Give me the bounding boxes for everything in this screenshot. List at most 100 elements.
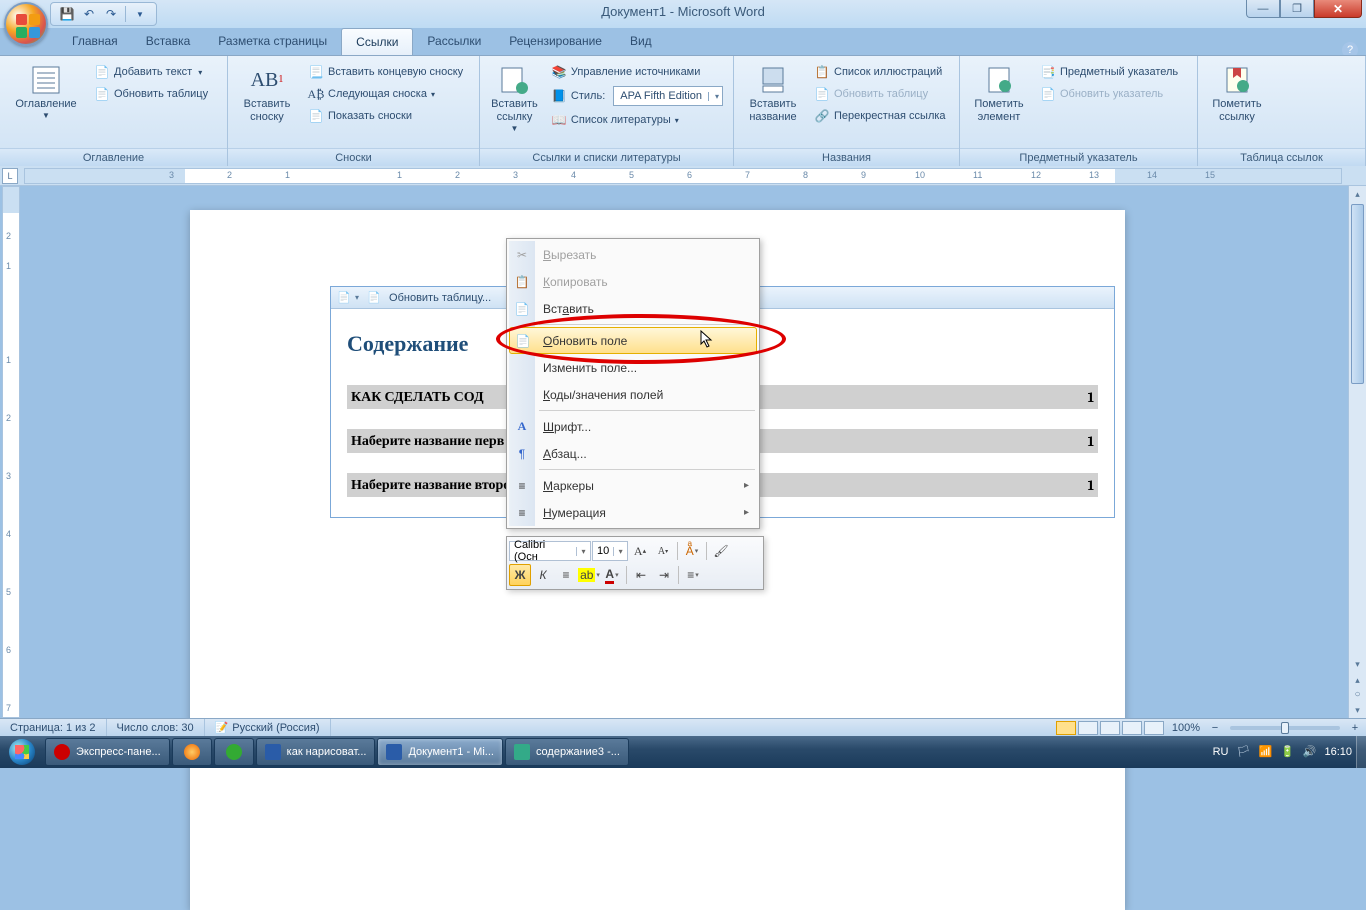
- taskbar-app-image[interactable]: содержание3 -...: [505, 738, 629, 766]
- start-button[interactable]: [0, 736, 44, 768]
- mark-entry-button[interactable]: Пометить элемент: [966, 60, 1032, 128]
- status-lang[interactable]: 📝Русский (Россия): [205, 719, 331, 736]
- paste-icon: 📄: [514, 301, 530, 317]
- taskbar-app-firefox[interactable]: [172, 738, 212, 766]
- save-icon[interactable]: 💾: [59, 6, 75, 22]
- ctx-font[interactable]: AШрифт...: [509, 413, 757, 440]
- tray-network-icon[interactable]: 📶: [1258, 745, 1272, 759]
- highlight-button[interactable]: ab▾: [578, 564, 600, 586]
- tray-lang[interactable]: RU: [1213, 746, 1229, 758]
- outline-view[interactable]: [1122, 721, 1142, 735]
- decrease-indent-button[interactable]: ⇤: [630, 564, 652, 586]
- index-icon: 📑: [1040, 64, 1056, 80]
- center-button[interactable]: ≡: [555, 564, 577, 586]
- ctx-numbering[interactable]: ≡Нумерация▸: [509, 499, 757, 526]
- tray-battery-icon[interactable]: 🔋: [1280, 745, 1294, 759]
- vertical-scrollbar[interactable]: ▴ ▾ ▴ ○ ▾: [1348, 186, 1366, 718]
- grow-font-button[interactable]: A▴: [629, 540, 651, 562]
- increase-indent-button[interactable]: ⇥: [653, 564, 675, 586]
- add-text-button[interactable]: 📄Добавить текст ▾: [90, 62, 212, 82]
- insert-index-button[interactable]: 📑Предметный указатель: [1036, 62, 1182, 82]
- browse-object-button[interactable]: ○: [1349, 687, 1366, 703]
- tab-mailings[interactable]: Рассылки: [413, 28, 495, 55]
- zoom-in-button[interactable]: +: [1348, 722, 1362, 734]
- minimize-button[interactable]: —: [1246, 0, 1280, 18]
- tab-home[interactable]: Главная: [58, 28, 132, 55]
- maximize-button[interactable]: ❐: [1280, 0, 1314, 18]
- mini-font-combo[interactable]: Calibri (Осн▾: [509, 541, 591, 561]
- quick-access-toolbar: 💾 ↶ ↷ ▼: [50, 2, 157, 26]
- show-desktop-button[interactable]: [1356, 736, 1366, 768]
- format-painter-button[interactable]: 🖌: [710, 540, 732, 562]
- tab-view[interactable]: Вид: [616, 28, 666, 55]
- citation-style-picker[interactable]: 📘Стиль: APA Fifth Edition▾: [547, 84, 727, 108]
- horizontal-ruler[interactable]: 321 123 456 789 101112 131415: [24, 168, 1342, 184]
- tray-flag-icon[interactable]: 🏳: [1236, 745, 1250, 759]
- figures-list-button[interactable]: 📋Список иллюстраций: [810, 62, 950, 82]
- shrink-font-button[interactable]: A▾: [652, 540, 674, 562]
- style-dropdown-icon[interactable]: ▾: [708, 92, 722, 101]
- bibliography-button[interactable]: 📖Список литературы ▾: [547, 110, 727, 130]
- redo-icon[interactable]: ↷: [103, 6, 119, 22]
- ctx-edit-field[interactable]: Изменить поле...: [509, 354, 757, 381]
- show-notes-icon: 📄: [308, 108, 324, 124]
- prev-page-button[interactable]: ▴: [1349, 672, 1366, 688]
- next-page-button[interactable]: ▾: [1349, 702, 1366, 718]
- system-tray: RU 🏳 📶 🔋 🔊 16:10: [1213, 745, 1352, 759]
- show-notes-button[interactable]: 📄Показать сноски: [304, 106, 467, 126]
- mark-citation-button[interactable]: Пометить ссылку: [1204, 60, 1270, 128]
- tab-insert[interactable]: Вставка: [132, 28, 205, 55]
- qat-customize-icon[interactable]: ▼: [132, 6, 148, 22]
- taskbar: Экспресс-пане... как нарисоват... Докуме…: [0, 736, 1366, 768]
- scroll-down-button[interactable]: ▾: [1349, 656, 1366, 672]
- ctx-paste[interactable]: 📄Вставить: [509, 295, 757, 322]
- zoom-value[interactable]: 100%: [1172, 722, 1200, 734]
- mark-entry-icon: [983, 64, 1015, 96]
- tray-volume-icon[interactable]: 🔊: [1302, 745, 1316, 759]
- tab-references[interactable]: Ссылки: [341, 28, 413, 55]
- tab-layout[interactable]: Разметка страницы: [204, 28, 341, 55]
- insert-citation-button[interactable]: Вставить ссылку▼: [486, 60, 543, 138]
- tab-selector[interactable]: L: [2, 168, 18, 184]
- tab-review[interactable]: Рецензирование: [495, 28, 616, 55]
- bold-button[interactable]: Ж: [509, 564, 531, 586]
- crossref-button[interactable]: 🔗Перекрестная ссылка: [810, 106, 950, 126]
- tray-clock[interactable]: 16:10: [1324, 746, 1352, 758]
- close-button[interactable]: ✕: [1314, 0, 1362, 18]
- insert-endnote-button[interactable]: 📃Вставить концевую сноску: [304, 62, 467, 82]
- font-color-button[interactable]: A▾: [601, 564, 623, 586]
- office-button[interactable]: [4, 2, 48, 46]
- full-screen-view[interactable]: [1078, 721, 1098, 735]
- ctx-paragraph[interactable]: ¶Абзац...: [509, 440, 757, 467]
- undo-icon[interactable]: ↶: [81, 6, 97, 22]
- web-layout-view[interactable]: [1100, 721, 1120, 735]
- update-toc-button[interactable]: 📄Обновить таблицу: [90, 84, 212, 104]
- scroll-up-button[interactable]: ▴: [1349, 186, 1366, 202]
- manage-sources-button[interactable]: 📚Управление источниками: [547, 62, 727, 82]
- italic-button[interactable]: К: [532, 564, 554, 586]
- vertical-ruler[interactable]: 21 123 456 7: [2, 186, 20, 718]
- status-page[interactable]: Страница: 1 из 2: [0, 719, 107, 736]
- next-footnote-button[interactable]: A₿Следующая сноска ▾: [304, 84, 467, 104]
- ribbon-group-toc: Оглавление: [0, 148, 227, 166]
- toc-button[interactable]: Оглавление ▼: [6, 60, 86, 125]
- scroll-thumb[interactable]: [1351, 204, 1364, 384]
- taskbar-app-opera[interactable]: Экспресс-пане...: [45, 738, 170, 766]
- print-layout-view[interactable]: [1056, 721, 1076, 735]
- taskbar-app-word2[interactable]: Документ1 - Mi...: [377, 738, 502, 766]
- styles-button[interactable]: Aͣ▾: [681, 540, 703, 562]
- ctx-toggle-codes[interactable]: Коды/значения полей: [509, 381, 757, 408]
- status-words[interactable]: Число слов: 30: [107, 719, 205, 736]
- draft-view[interactable]: [1144, 721, 1164, 735]
- taskbar-app-word1[interactable]: как нарисоват...: [256, 738, 376, 766]
- mini-toolbar: Calibri (Осн▾ 10▾ A▴ A▾ Aͣ▾ 🖌 Ж К ≡ ab▾ …: [506, 536, 764, 590]
- ctx-update-field[interactable]: 📄Обновить поле: [509, 327, 757, 354]
- taskbar-app-utorrent[interactable]: [214, 738, 254, 766]
- ctx-bullets[interactable]: ≡Маркеры▸: [509, 472, 757, 499]
- insert-caption-button[interactable]: Вставить название: [740, 60, 806, 128]
- bullets-mini-button[interactable]: ≡▾: [682, 564, 704, 586]
- insert-footnote-button[interactable]: AB1 Вставить сноску: [234, 60, 300, 128]
- zoom-slider[interactable]: [1230, 726, 1340, 730]
- zoom-out-button[interactable]: −: [1208, 722, 1222, 734]
- mini-size-combo[interactable]: 10▾: [592, 541, 628, 561]
